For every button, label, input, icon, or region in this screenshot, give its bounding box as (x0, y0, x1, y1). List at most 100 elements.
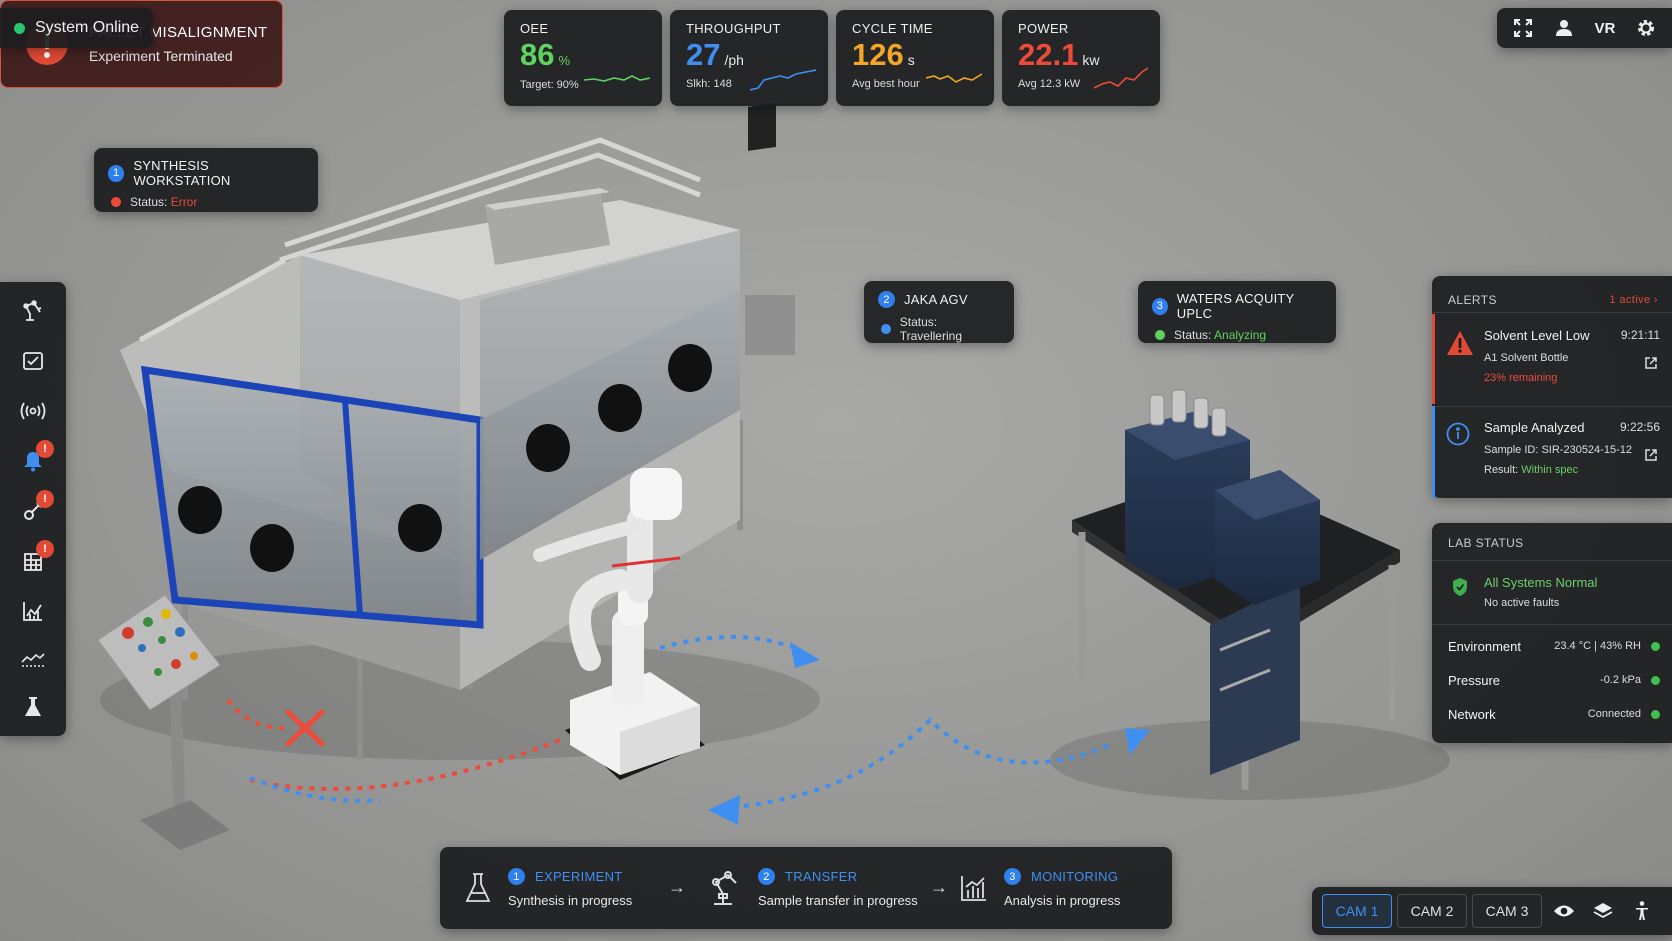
machine-number-badge: 3 (1152, 297, 1168, 315)
sidebar-item-broadcast[interactable] (18, 396, 48, 426)
alert-detail: Sample ID: SIR-230524-15-12 (1484, 444, 1632, 456)
label-jaka-agv[interactable]: 2 JAKA AGV Status: Travellering (864, 281, 1014, 343)
kpi-oee[interactable]: OEE 86% Target: 90% (504, 10, 662, 106)
sidebar-item-lab[interactable] (18, 692, 48, 722)
line-chart-icon (23, 602, 42, 621)
arrow-left (708, 795, 740, 825)
workflow-step-transfer[interactable]: 2 TRANSFER Sample transfer in progress (706, 847, 918, 929)
lab-summary-text: All Systems Normal (1484, 575, 1598, 590)
external-link-icon[interactable] (1644, 448, 1658, 462)
lab-scene (97, 102, 1450, 850)
workflow-step-monitoring[interactable]: 3 MONITORING Analysis in progress (960, 847, 1120, 929)
lab-row-pressure: Pressure -0.2 kPa (1432, 663, 1672, 697)
arrow-right-1 (790, 642, 820, 668)
checklist-icon (23, 352, 43, 370)
label-waters-uplc[interactable]: 3 WATERS ACQUITY UPLC Status: Analyzing (1138, 281, 1336, 343)
oee-sparkline (584, 75, 650, 82)
cycle-time-sparkline (926, 73, 982, 83)
gear-icon[interactable] (1631, 13, 1661, 43)
machine-status: Status: Analyzing (1174, 328, 1267, 342)
lab-row-label: Network (1448, 706, 1496, 722)
step-sub: Analysis in progress (1004, 893, 1121, 908)
shield-check-icon (1453, 578, 1467, 596)
lab-status-summary: All Systems Normal No active faults (1432, 561, 1672, 625)
user-icon[interactable] (1549, 13, 1579, 43)
status-dot (14, 22, 25, 34)
sidebar-item-robot-arm[interactable] (18, 296, 48, 326)
step-title: MONITORING (1031, 869, 1119, 884)
robot-arm-icon (23, 300, 42, 321)
warning-triangle-icon (1447, 331, 1473, 355)
kpi-throughput[interactable]: THROUGHPUT 27/ph Slkh: 148 (670, 10, 828, 106)
alert-title: Solvent Level Low (1484, 328, 1590, 343)
lab-row-value: Connected (1587, 708, 1641, 720)
arrow-right-icon: → (668, 877, 686, 897)
throughput-sparkline (750, 69, 816, 91)
alerts-active-link[interactable]: 1 active › (1609, 294, 1658, 306)
lab-row-network: Network Connected (1432, 697, 1672, 731)
sidebar-item-analytics[interactable] (18, 596, 48, 626)
alert-item-sample[interactable]: Sample Analyzed 9:22:56 Sample ID: SIR-23… (1432, 406, 1672, 498)
alert-sub: 23% remaining (1484, 372, 1558, 384)
sidebar-item-checklist[interactable] (18, 346, 48, 376)
robot-arm-icon (712, 871, 737, 905)
kpi-title: THROUGHPUT (686, 21, 781, 36)
layers-icon[interactable] (1586, 894, 1620, 928)
status-dot (1155, 330, 1165, 340)
lab-status-title: LAB STATUS (1432, 523, 1672, 561)
sidebar-item-alerts[interactable]: ! (18, 440, 54, 476)
status-dot (881, 324, 891, 334)
top-toolbar: VR (1497, 8, 1672, 48)
lab-row-label: Pressure (1448, 672, 1501, 688)
status-dot (1651, 675, 1660, 685)
step-number: 1 (508, 868, 525, 885)
arrow-right-icon: → (930, 877, 948, 897)
cam-2-button[interactable]: CAM 2 (1397, 894, 1467, 928)
step-sub: Sample transfer in progress (758, 893, 918, 908)
alerts-panel: ALERTS 1 active › Solvent Level Low 9:21:… (1432, 276, 1672, 498)
broadcast-icon (20, 402, 46, 420)
step-number: 3 (1004, 868, 1021, 885)
lab-status-panel: LAB STATUS All Systems Normal No active … (1432, 523, 1672, 743)
label-synthesis-workstation[interactable]: 1 SYNTHESIS WORKSTATION Status: Error (94, 148, 318, 212)
power-sparkline (1094, 67, 1148, 89)
machine-number-badge: 2 (878, 291, 895, 308)
alert-item-solvent[interactable]: Solvent Level Low 9:21:11 A1 Solvent Bott… (1432, 314, 1672, 404)
cam-3-button[interactable]: CAM 3 (1472, 894, 1542, 928)
person-icon[interactable] (1625, 894, 1659, 928)
lab-row-environment: Environment 23.4 °C | 43% RH (1432, 629, 1672, 663)
alert-time: 9:22:56 (1619, 420, 1660, 434)
sidebar-item-trends[interactable] (18, 644, 48, 674)
agv-path-blue-2 (659, 634, 801, 652)
step-title: EXPERIMENT (535, 869, 623, 884)
workflow-step-experiment[interactable]: 1 EXPERIMENT Synthesis in progress (464, 847, 632, 929)
fullscreen-icon[interactable] (1508, 13, 1538, 43)
system-status-label: System Online (35, 19, 140, 36)
system-status-pill: System Online (0, 8, 153, 48)
sidebar-item-maintenance[interactable]: ! (18, 490, 54, 526)
alert-badge: ! (36, 440, 54, 458)
status-dot (111, 197, 121, 207)
eye-icon[interactable] (1547, 894, 1581, 928)
kpi-power[interactable]: POWER 22.1 kw Avg 12.3 kW (1002, 10, 1160, 106)
sidebar-item-facility[interactable]: ! (18, 540, 54, 576)
kpi-title: POWER (1018, 21, 1069, 36)
kpi-cycle-time[interactable]: CYCLE TIME 126 s Avg best hour (836, 10, 994, 106)
kpi-title: OEE (520, 21, 549, 36)
workflow-bar: 1 EXPERIMENT Synthesis in progress → 2 TRA… (440, 847, 1172, 929)
flask-icon (465, 873, 491, 902)
status-dot (1651, 709, 1660, 719)
vr-button[interactable]: VR (1590, 13, 1620, 43)
status-dot (1651, 641, 1660, 651)
machine-name: WATERS ACQUITY UPLC (1176, 291, 1295, 321)
cam-1-button[interactable]: CAM 1 (1322, 894, 1392, 928)
machine-name: SYNTHESIS WORKSTATION (133, 158, 231, 188)
trend-icon (21, 653, 45, 667)
kpi-title: CYCLE TIME (852, 21, 933, 36)
machine-status: Status: Error (130, 195, 198, 209)
alert-time: 9:21:11 (1620, 328, 1660, 342)
maintenance-badge: ! (36, 490, 54, 508)
lab-row-label: Environment (1448, 638, 1521, 654)
external-link-icon[interactable] (1644, 356, 1658, 370)
left-sidebar: ! ! ! (0, 282, 66, 736)
